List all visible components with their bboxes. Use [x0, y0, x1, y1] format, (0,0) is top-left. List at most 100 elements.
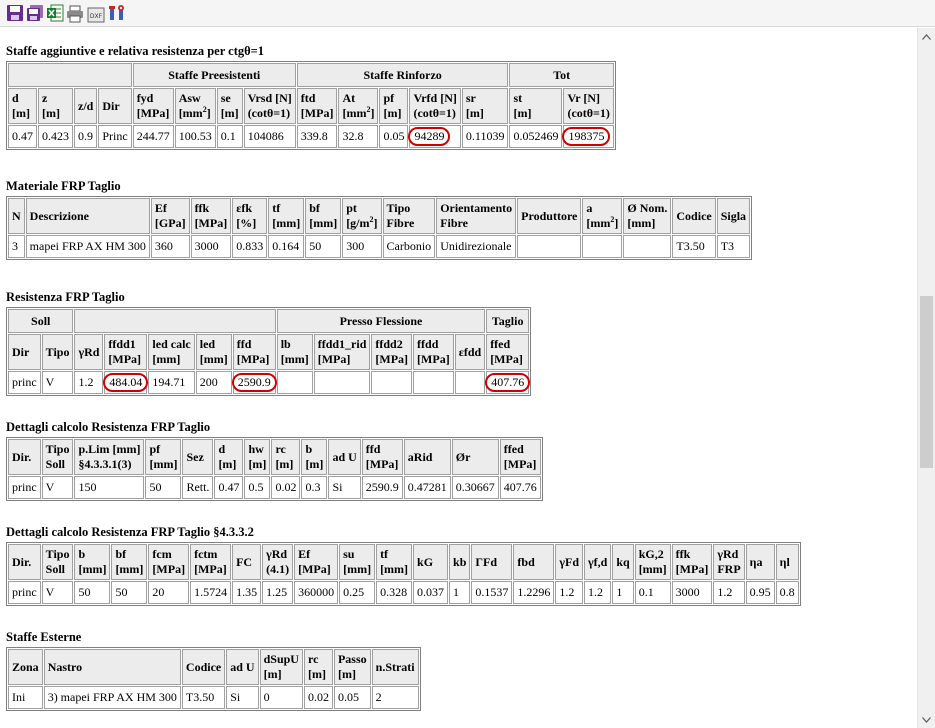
table-cell: T3.50 — [672, 235, 716, 258]
table-materiale-frp: N Descrizione Ef [GPa] ffk [MPa] εfk [%] tf [mm] b… — [6, 196, 753, 260]
settings-icon[interactable] — [108, 4, 126, 22]
header-text: [mm] — [280, 352, 309, 366]
table-cell: V — [41, 476, 74, 499]
header-text: Ør — [455, 449, 471, 464]
table-cell: 1.5724 — [190, 581, 232, 604]
header-text: [mm2] — [342, 105, 375, 121]
header-text: [MPa] — [194, 562, 227, 576]
table-cell: 0.164 — [268, 235, 305, 258]
header-text: Codice — [676, 208, 712, 223]
column-header: kq — [612, 544, 634, 580]
column-header: pf [mm] — [145, 439, 182, 475]
header-text: [MPa] — [675, 562, 709, 576]
dxf-export-icon[interactable]: DXF — [87, 6, 105, 24]
header-text: led calc — [152, 337, 191, 351]
highlighted-value: 407.76 — [485, 373, 531, 392]
header-text: [MPa] — [490, 352, 523, 366]
header-text: At — [342, 91, 356, 105]
column-header: εfdd — [454, 334, 486, 370]
print-icon[interactable] — [66, 5, 84, 23]
header-text: Tipo — [45, 547, 70, 561]
column-header: ΓFd — [471, 544, 513, 580]
column-header: led [mm] — [195, 334, 232, 370]
header-text: εfk — [236, 201, 253, 215]
header-text: ffd — [236, 337, 252, 351]
save-icon[interactable] — [6, 4, 24, 22]
header-text: aRid — [407, 449, 433, 464]
column-header: b [mm] — [74, 544, 111, 580]
header-text: Codice — [185, 659, 222, 674]
header-text: ffd — [365, 442, 381, 456]
table-cell: 0.02 — [271, 476, 301, 499]
header-text: ad U — [332, 449, 357, 464]
column-header: Tipo — [41, 334, 74, 370]
section-title: Materiale FRP Taglio — [6, 179, 121, 193]
cell-value: 50 — [309, 239, 322, 253]
column-header: Asw [mm2] — [174, 88, 216, 124]
header-text: N — [12, 208, 21, 223]
cell-value: 0.037 — [417, 585, 445, 599]
cell-value: 1 — [453, 585, 460, 599]
table-cell: 32.8 — [338, 125, 379, 148]
column-header: se [m] — [216, 88, 243, 124]
header-text: pt — [346, 201, 357, 215]
header-row: Zona Nastro Codice ad UdSupU [m] rc [m] Passo [m… — [8, 649, 419, 685]
cell-value: Carbonio — [386, 239, 432, 253]
table-cell: 0.1537 — [471, 581, 513, 604]
table-row: princ V 50 50 20 1.5724 1.35 1.25 360000 0.25 0.32… — [8, 581, 799, 604]
column-header: bf [mm] — [111, 544, 148, 580]
table-cell: 100.53 — [174, 125, 216, 148]
column-header: ffdd1 [MPa] — [104, 334, 148, 370]
cell-value: 0.30667 — [455, 480, 495, 494]
cell-value: 1.2296 — [517, 585, 551, 599]
column-header: ffed [MPa] — [499, 439, 541, 475]
cell-value: 0.1 — [220, 129, 236, 143]
table-cell: 50 — [305, 235, 342, 258]
table-cell: 0.05 — [333, 686, 371, 709]
group-header-empty — [74, 309, 276, 333]
column-header: FC — [232, 544, 262, 580]
header-text: Descrizione — [29, 208, 89, 223]
section-title: Staffe aggiuntive e relativa resistenza … — [6, 44, 265, 58]
section-title: Dettagli calcolo Resistenza FRP Taglio — [6, 420, 211, 434]
column-header: ad U — [328, 439, 361, 475]
cell-value: princ — [12, 585, 37, 599]
header-text: tf — [380, 547, 389, 561]
column-header: su [mm] — [339, 544, 376, 580]
header-text: ffdd1 — [108, 337, 136, 351]
header-text: [mm2] — [178, 105, 211, 121]
save-all-icon[interactable] — [26, 4, 44, 22]
column-header: lb [mm] — [276, 334, 313, 370]
scroll-down-arrow-icon[interactable] — [918, 711, 935, 728]
column-header: Sez — [182, 439, 214, 475]
header-row: N Descrizione Ef [GPa] ffk [MPa] εfk [%] tf [mm] b… — [8, 198, 751, 234]
cell-value: 0.1 — [638, 585, 654, 599]
cell-value: V — [45, 585, 55, 599]
header-text: (cotθ=1) — [247, 106, 291, 120]
table-cell — [454, 371, 486, 394]
scroll-up-arrow-icon[interactable] — [918, 28, 935, 45]
table-cell: 0.1 — [634, 581, 671, 604]
table-cell: 0 — [259, 686, 303, 709]
column-header: ffed [MPa] — [486, 334, 530, 370]
table-cell: 94289 — [408, 125, 461, 148]
cell-value: 3000 — [194, 239, 219, 253]
table-dettagli-frp-4332: Dir. Tipo Soll b [mm] bf [mm] fcm [MPa] fctm [MPa]… — [6, 542, 801, 606]
column-header: d [m] — [214, 439, 244, 475]
header-text: ΓFd — [475, 554, 498, 569]
table-cell: 0.47281 — [403, 476, 451, 499]
header-text: d — [12, 91, 19, 105]
header-text: [m] — [513, 106, 532, 120]
scrollbar-thumb[interactable] — [920, 296, 933, 468]
column-header: γRd (4.1) — [262, 544, 294, 580]
column-header: γFd — [555, 544, 584, 580]
excel-export-icon[interactable] — [46, 4, 64, 22]
table-cell: V — [41, 581, 74, 604]
header-text: [MPa] — [417, 352, 450, 366]
header-text: Ef — [154, 201, 167, 215]
vertical-scrollbar[interactable] — [917, 28, 935, 728]
cell-value: V — [45, 480, 55, 494]
column-header: Vrfd [N] (cotθ=1) — [409, 88, 461, 124]
cell-value: 0.05 — [337, 690, 359, 704]
table-cell: 194.71 — [148, 371, 195, 394]
